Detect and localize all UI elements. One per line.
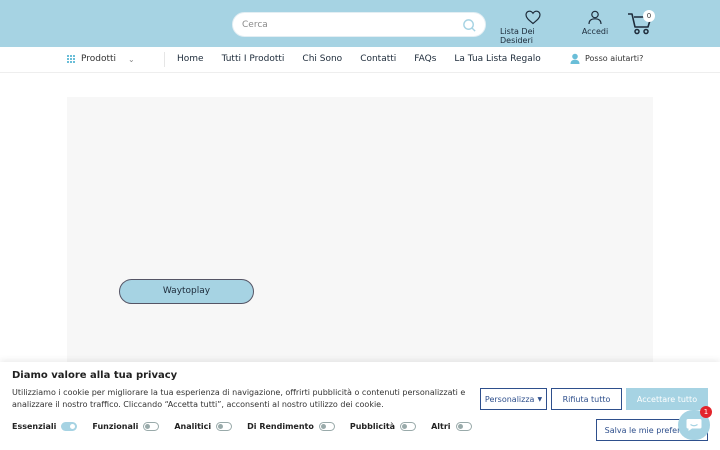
wishlist-label: Lista Dei Desideri: [500, 27, 535, 45]
main-nav: Prodotti ⌄ Home Tutti I Prodotti Chi Son…: [0, 47, 720, 73]
toggle-switch[interactable]: [400, 422, 417, 431]
grid-icon: [67, 54, 76, 64]
hero-banner: [67, 97, 653, 367]
customize-label: Personalizza: [484, 394, 535, 404]
accept-all-button[interactable]: Accettare tutto: [626, 388, 708, 410]
toggle-performance: Di Rendimento: [247, 422, 335, 431]
toggle-essential: Essenziali: [12, 422, 78, 431]
nav-links: Home Tutti I Prodotti Chi Sono Contatti …: [177, 54, 559, 64]
cookie-title: Diamo valore alla tua privacy: [12, 370, 178, 381]
toggle-advertising: Pubblicità: [349, 422, 417, 431]
toggle-analytics: Analitici: [174, 422, 233, 431]
nav-link-home[interactable]: Home: [177, 54, 204, 64]
nav-link-faqs[interactable]: FAQs: [414, 54, 436, 64]
toggle-label: Altri: [431, 422, 451, 431]
nav-link-gift-list[interactable]: La Tua Lista Regalo: [454, 54, 540, 64]
customize-button[interactable]: Personalizza ▼: [480, 388, 547, 410]
nav-link-contacts[interactable]: Contatti: [360, 54, 396, 64]
search-icon[interactable]: [462, 18, 477, 33]
toggle-switch[interactable]: [143, 422, 160, 431]
toggle-label: Pubblicità: [349, 422, 396, 431]
wishlist-link[interactable]: Lista Dei Desideri: [500, 10, 566, 45]
toggle-switch[interactable]: [61, 422, 78, 431]
user-icon: [588, 10, 602, 25]
cookie-toggles: Essenziali Funzionali Analitici Di Rendi…: [12, 422, 487, 431]
toggle-switch[interactable]: [216, 422, 233, 431]
chat-icon: [686, 419, 702, 431]
toggle-label: Essenziali: [12, 422, 57, 431]
chevron-down-icon: ⌄: [128, 55, 135, 64]
chat-badge: 1: [700, 406, 712, 418]
nav-link-all-products[interactable]: Tutti I Prodotti: [222, 54, 285, 64]
cart-count-badge: 0: [643, 10, 655, 22]
toggle-other: Altri: [431, 422, 472, 431]
toggle-label: Funzionali: [92, 422, 139, 431]
cookie-text: Utilizziamo i cookie per migliorare la t…: [12, 388, 466, 409]
top-header: Lista Dei Desideri Accedi 0: [0, 0, 720, 47]
category-label: Prodotti: [81, 54, 117, 64]
search-box: [232, 12, 486, 37]
nav-link-about[interactable]: Chi Sono: [302, 54, 342, 64]
heart-icon: [525, 10, 541, 25]
account-label: Accedi: [581, 27, 609, 36]
toggle-functional: Funzionali: [92, 422, 160, 431]
toggle-switch[interactable]: [318, 422, 335, 431]
toggle-label: Analitici: [174, 422, 212, 431]
cookie-banner: Diamo valore alla tua privacy Utilizziam…: [0, 362, 720, 450]
caret-down-icon: ▼: [537, 395, 543, 403]
help-link[interactable]: Posso aiutarti?: [570, 53, 643, 64]
waytoplay-button[interactable]: Waytoplay: [119, 279, 254, 304]
toggle-label: Di Rendimento: [247, 422, 314, 431]
category-menu[interactable]: Prodotti ⌄: [67, 54, 135, 64]
search-input[interactable]: [242, 16, 457, 34]
nav-divider: [164, 52, 165, 67]
help-label: Posso aiutarti?: [585, 54, 644, 63]
account-link[interactable]: Accedi: [578, 10, 612, 36]
reject-all-button[interactable]: Rifiuta tutto: [551, 388, 622, 410]
toggle-switch[interactable]: [455, 422, 472, 431]
support-agent-icon: [570, 53, 580, 64]
